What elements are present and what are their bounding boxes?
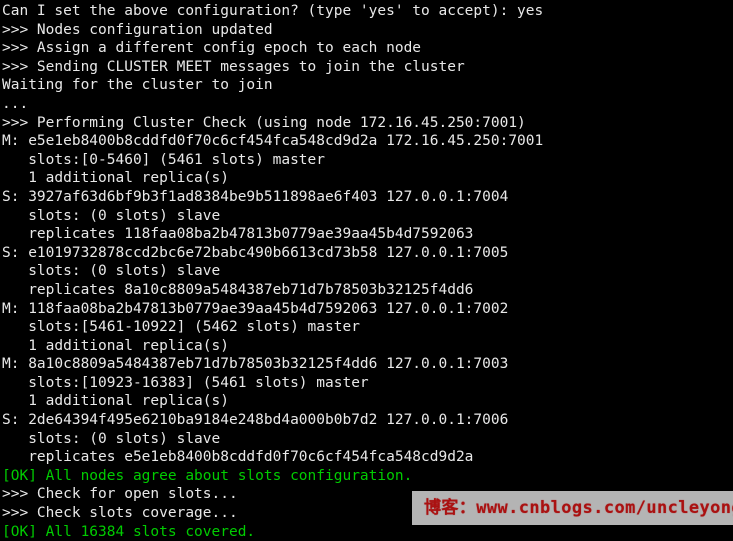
terminal-line: S: e1019732878ccd2bc6e72babc490b6613cd73… <box>2 244 509 261</box>
terminal-line: >>> Nodes configuration updated <box>2 21 273 38</box>
terminal-line: ... <box>2 95 29 112</box>
terminal-line: >>> Sending CLUSTER MEET messages to joi… <box>2 58 465 75</box>
terminal-output: Can I set the above configuration? (type… <box>2 2 733 541</box>
terminal-line: M: 8a10c8809a5484387eb71d7b78503b32125f4… <box>2 356 509 373</box>
terminal-line: slots: (0 slots) slave <box>2 207 221 224</box>
terminal-line: S: 3927af63d6bf9b3f1ad8384be9b511898ae6f… <box>2 188 509 205</box>
terminal-line: Can I set the above configuration? (type… <box>2 3 544 19</box>
terminal-line: slots: (0 slots) slave <box>2 430 221 447</box>
terminal-line: >>> Performing Cluster Check (using node… <box>2 114 526 131</box>
terminal-line: >>> Assign a different config epoch to e… <box>2 40 422 57</box>
terminal-window[interactable]: Can I set the above configuration? (type… <box>0 0 733 541</box>
terminal-line: replicates e5e1eb8400b8cddfd0f70c6cf454f… <box>2 449 474 466</box>
terminal-line: [OK] All nodes agree about slots configu… <box>2 467 413 484</box>
terminal-line: M: e5e1eb8400b8cddfd0f70c6cf454fca548cd9… <box>2 133 544 150</box>
watermark-text: 博客：www.cnblogs.com/uncleyong <box>424 497 733 518</box>
terminal-line: [OK] All 16384 slots covered. <box>2 523 256 540</box>
terminal-line: 1 additional replica(s) <box>2 337 229 354</box>
terminal-line: replicates 118faa08ba2b47813b0779ae39aa4… <box>2 226 474 243</box>
terminal-line: slots:[5461-10922] (5462 slots) master <box>2 319 360 336</box>
terminal-line: S: 2de64394f495e6210ba9184e248bd4a000b0b… <box>2 412 509 429</box>
terminal-line: 1 additional replica(s) <box>2 393 229 410</box>
terminal-line: slots:[10923-16383] (5461 slots) master <box>2 374 369 391</box>
terminal-line: M: 118faa08ba2b47813b0779ae39aa45b4d7592… <box>2 300 509 317</box>
terminal-line: slots:[0-5460] (5461 slots) master <box>2 151 326 168</box>
terminal-line: replicates 8a10c8809a5484387eb71d7b78503… <box>2 281 474 298</box>
watermark-overlay: 博客：www.cnblogs.com/uncleyong <box>412 491 733 525</box>
terminal-line: 1 additional replica(s) <box>2 170 229 187</box>
terminal-line: slots: (0 slots) slave <box>2 263 221 280</box>
terminal-line: Waiting for the cluster to join <box>2 77 273 94</box>
